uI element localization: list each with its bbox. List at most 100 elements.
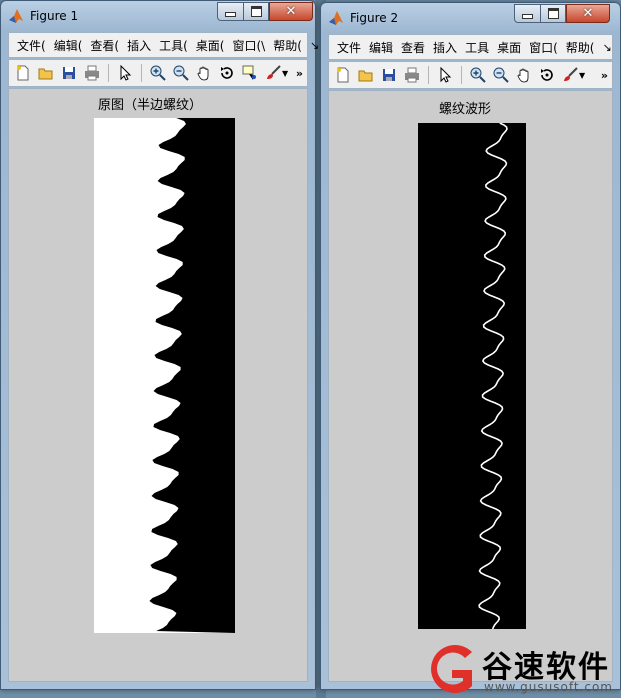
rotate-3d-button[interactable] <box>537 65 557 85</box>
axes-title: 螺纹波形 <box>439 102 492 117</box>
close-icon: ✕ <box>285 4 297 19</box>
maximize-button[interactable] <box>243 2 269 21</box>
menu-window[interactable]: 窗口( <box>525 39 562 56</box>
close-icon: ✕ <box>582 6 594 21</box>
figure-canvas: 原图（半边螺纹） <box>8 88 308 682</box>
menu-file[interactable]: 文件( <box>13 37 50 54</box>
save-icon <box>383 69 395 81</box>
pan-hand-icon <box>517 68 529 83</box>
close-button[interactable]: ✕ <box>566 4 610 23</box>
brush-icon <box>564 67 578 81</box>
rotate-3d-icon <box>541 69 553 81</box>
matlab-icon <box>9 9 23 23</box>
zoom-out-button[interactable] <box>491 65 511 85</box>
open-file-icon <box>38 68 53 80</box>
menu-bar: 文件 编辑 查看 插入 工具 桌面 窗口( 帮助( ↘ <box>328 34 613 60</box>
toolbar-separator <box>108 64 109 82</box>
watermark-url: www.gususoft.com <box>484 680 613 694</box>
open-file-icon <box>358 70 373 82</box>
image-axes[interactable] <box>94 118 235 633</box>
menu-edit[interactable]: 编辑 <box>365 39 397 56</box>
axes-title: 原图（半边螺纹） <box>98 98 203 113</box>
data-cursor-icon <box>242 65 256 80</box>
image-background <box>418 123 526 629</box>
maximize-button[interactable] <box>540 4 566 23</box>
brush-button[interactable] <box>560 65 580 85</box>
zoom-out-icon <box>493 67 509 83</box>
menu-tools[interactable]: 工具( <box>155 37 192 54</box>
menu-tools[interactable]: 工具 <box>461 39 493 56</box>
open-file-button[interactable] <box>356 65 376 85</box>
menu-overflow-icon[interactable]: ↘ <box>598 41 615 54</box>
maximize-icon <box>547 8 559 19</box>
caption-buttons: ✕ <box>514 4 610 23</box>
data-cursor-button[interactable] <box>240 63 260 83</box>
toolbar-separator <box>141 64 142 82</box>
pan-button[interactable] <box>194 63 214 83</box>
select-button[interactable] <box>435 65 455 85</box>
figure-canvas: 螺纹波形 <box>328 90 613 682</box>
pan-button[interactable] <box>514 65 534 85</box>
rotate-3d-button[interactable] <box>217 63 237 83</box>
minimize-icon <box>522 14 533 19</box>
pan-hand-icon <box>197 66 209 81</box>
zoom-out-button[interactable] <box>171 63 191 83</box>
minimize-button[interactable] <box>217 2 243 21</box>
print-icon <box>405 67 419 83</box>
image-axes[interactable] <box>418 123 526 629</box>
zoom-in-button[interactable] <box>148 63 168 83</box>
new-figure-button[interactable] <box>333 65 353 85</box>
menu-edit[interactable]: 编辑( <box>50 37 87 54</box>
minimize-icon <box>225 12 236 17</box>
brush-button[interactable] <box>263 63 283 83</box>
brush-icon <box>267 65 281 79</box>
window-title: Figure 1 <box>30 9 79 23</box>
rotate-3d-icon <box>221 67 233 79</box>
brush-dropdown-icon[interactable]: ▼ <box>579 71 585 80</box>
select-arrow-icon <box>120 65 132 81</box>
new-figure-icon <box>337 67 349 83</box>
gususoft-logo-icon <box>431 645 472 693</box>
title-bar[interactable]: Figure 2 ✕ <box>321 3 620 33</box>
print-icon <box>85 65 99 81</box>
menu-desktop[interactable]: 桌面( <box>192 37 229 54</box>
select-button[interactable] <box>115 63 135 83</box>
watermark-logo: 谷速软件 www.gususoft.com <box>422 640 621 698</box>
zoom-in-icon <box>470 67 486 83</box>
close-button[interactable]: ✕ <box>269 2 313 21</box>
maximize-icon <box>250 6 262 17</box>
figure-1-window: Figure 1 ✕ 文件( 编辑( 查看( 插入 工具( 桌面( 窗口(\ 帮… <box>0 0 319 690</box>
title-bar[interactable]: Figure 1 ✕ <box>1 1 315 31</box>
toolbar-overflow-icon[interactable]: » <box>296 67 307 80</box>
save-button[interactable] <box>379 65 399 85</box>
open-file-button[interactable] <box>36 63 56 83</box>
zoom-in-button[interactable] <box>468 65 488 85</box>
menu-file[interactable]: 文件 <box>333 39 365 56</box>
figure-2-window: Figure 2 ✕ 文件 编辑 查看 插入 工具 桌面 窗口( 帮助( ↘ ▼… <box>320 2 621 690</box>
menu-desktop[interactable]: 桌面 <box>493 39 525 56</box>
menu-insert[interactable]: 插入 <box>429 39 461 56</box>
save-button[interactable] <box>59 63 79 83</box>
new-figure-button[interactable] <box>13 63 33 83</box>
toolbar-overflow-icon[interactable]: » <box>601 69 612 82</box>
toolbar-separator <box>428 66 429 84</box>
menu-bar: 文件( 编辑( 查看( 插入 工具( 桌面( 窗口(\ 帮助( ↘ <box>8 32 319 58</box>
print-button[interactable] <box>82 63 102 83</box>
print-button[interactable] <box>402 65 422 85</box>
menu-help[interactable]: 帮助( <box>562 39 599 56</box>
brush-dropdown-icon[interactable]: ▼ <box>282 69 288 78</box>
figure-toolbar: ▼ » <box>8 59 308 87</box>
minimize-button[interactable] <box>514 4 540 23</box>
menu-window[interactable]: 窗口(\ <box>228 37 269 54</box>
toolbar-separator <box>461 66 462 84</box>
new-figure-icon <box>17 65 29 81</box>
menu-view[interactable]: 查看( <box>86 37 123 54</box>
select-arrow-icon <box>440 67 452 83</box>
menu-view[interactable]: 查看 <box>397 39 429 56</box>
menu-insert[interactable]: 插入 <box>123 37 155 54</box>
save-icon <box>63 67 75 79</box>
window-title: Figure 2 <box>350 11 399 25</box>
menu-help[interactable]: 帮助( <box>269 37 306 54</box>
matlab-icon <box>329 11 343 25</box>
caption-buttons: ✕ <box>217 2 313 21</box>
